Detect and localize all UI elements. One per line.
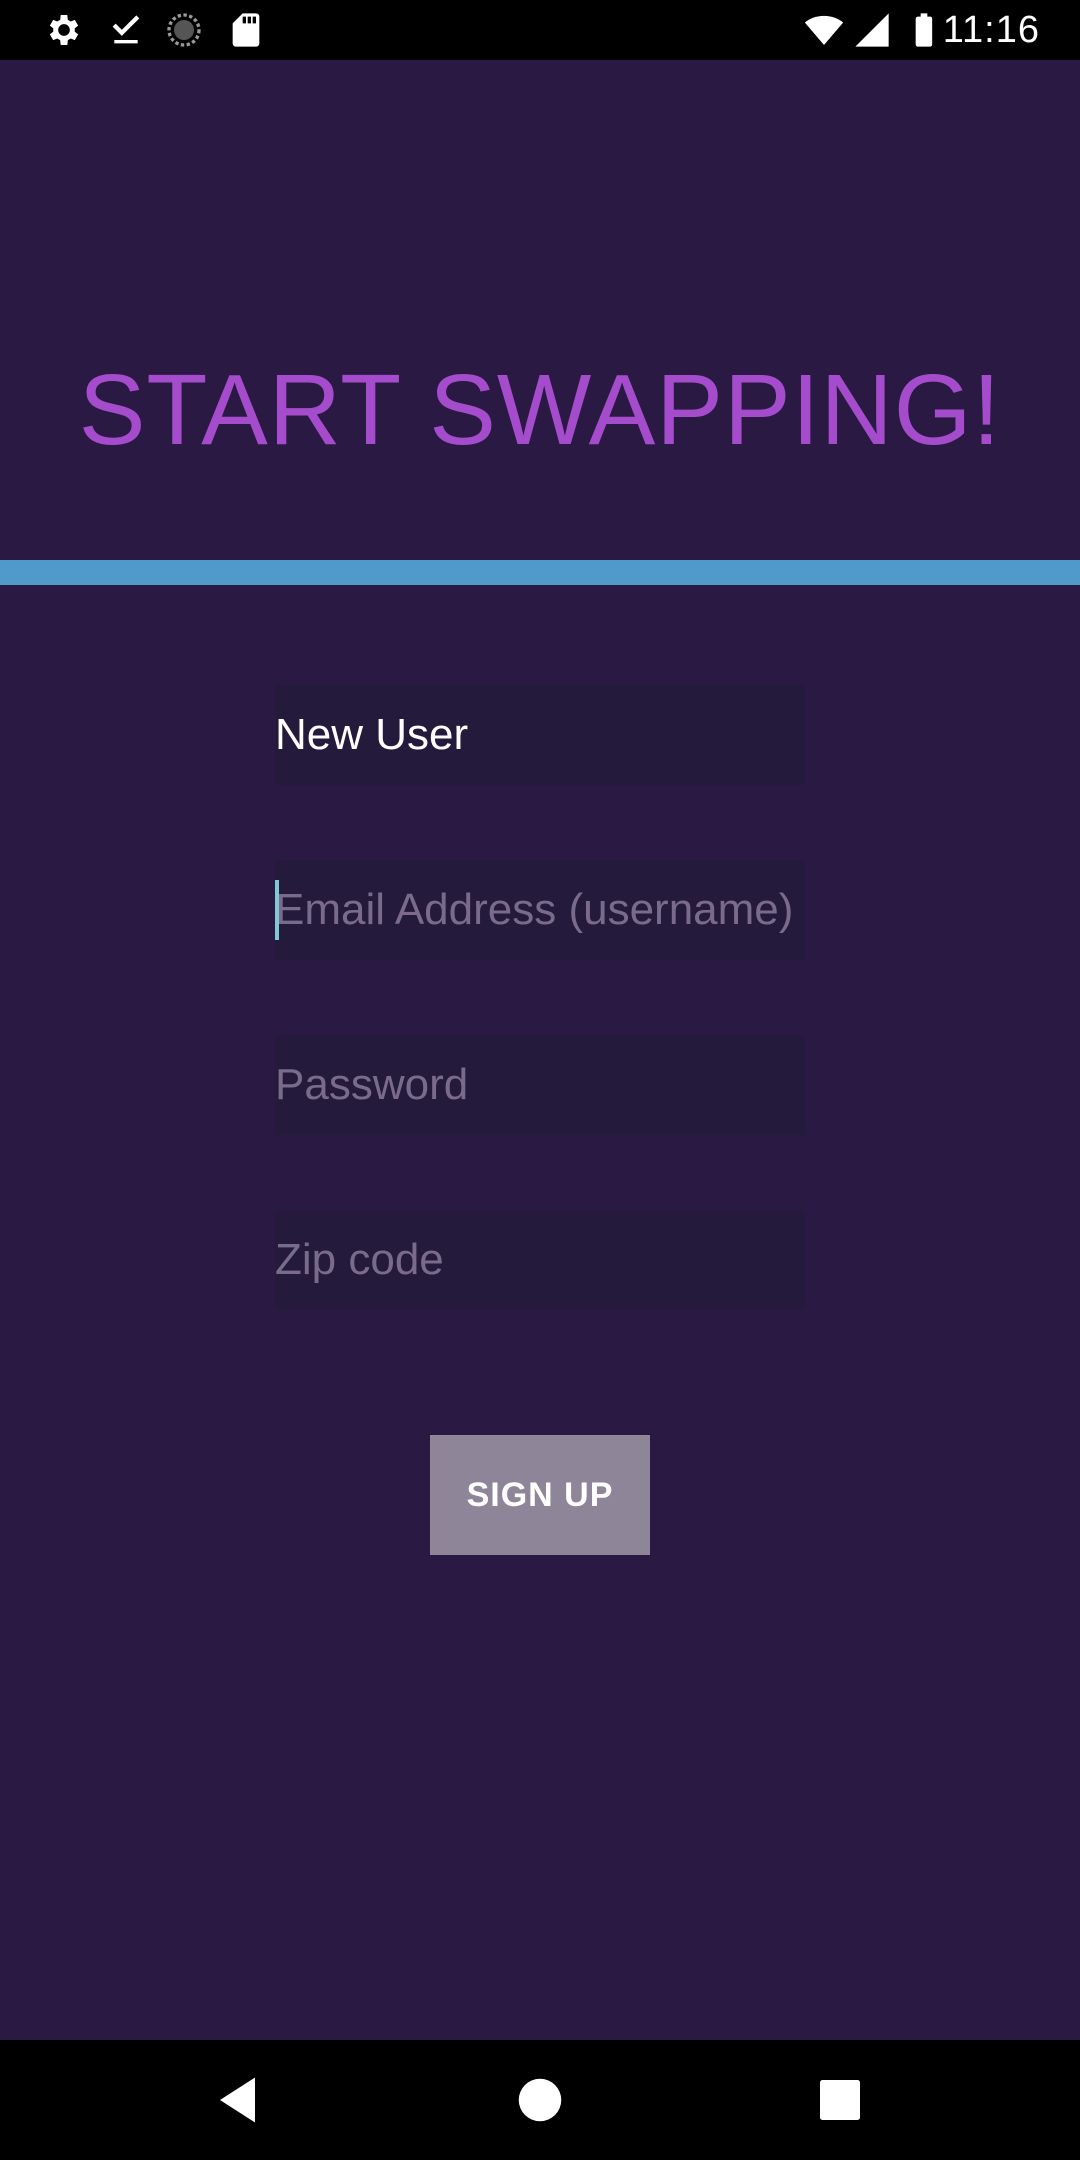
- password-field[interactable]: Password: [275, 1035, 805, 1135]
- password-field-placeholder: Password: [275, 1060, 469, 1109]
- sync-circle-icon: [167, 13, 201, 47]
- signal-icon: [855, 13, 889, 47]
- wifi-icon: [804, 15, 844, 45]
- sign-up-button[interactable]: SIGN UP: [430, 1435, 650, 1555]
- email-field[interactable]: Email Address (username): [275, 860, 805, 960]
- home-icon[interactable]: [510, 2070, 570, 2130]
- recents-icon[interactable]: [810, 2070, 870, 2130]
- back-icon[interactable]: [210, 2070, 270, 2130]
- email-field-placeholder: Email Address (username): [275, 885, 794, 934]
- battery-icon: [915, 13, 933, 47]
- status-bar: 11:16: [0, 0, 1080, 60]
- navigation-bar: [0, 2040, 1080, 2160]
- header-divider: [0, 560, 1080, 585]
- download-done-icon: [112, 15, 140, 44]
- status-time: 11:16: [942, 9, 1040, 51]
- text-cursor: [275, 880, 279, 940]
- name-field[interactable]: New User: [275, 685, 805, 785]
- gear-icon: [49, 15, 79, 45]
- name-field-value: New User: [275, 710, 469, 759]
- zip-code-field[interactable]: Zip code: [275, 1210, 805, 1310]
- hero-header: START SWAPPING!: [0, 60, 1080, 560]
- sd-card-icon: [232, 13, 260, 47]
- zip-code-field-placeholder: Zip code: [275, 1235, 444, 1284]
- page-title: START SWAPPING!: [78, 354, 1002, 466]
